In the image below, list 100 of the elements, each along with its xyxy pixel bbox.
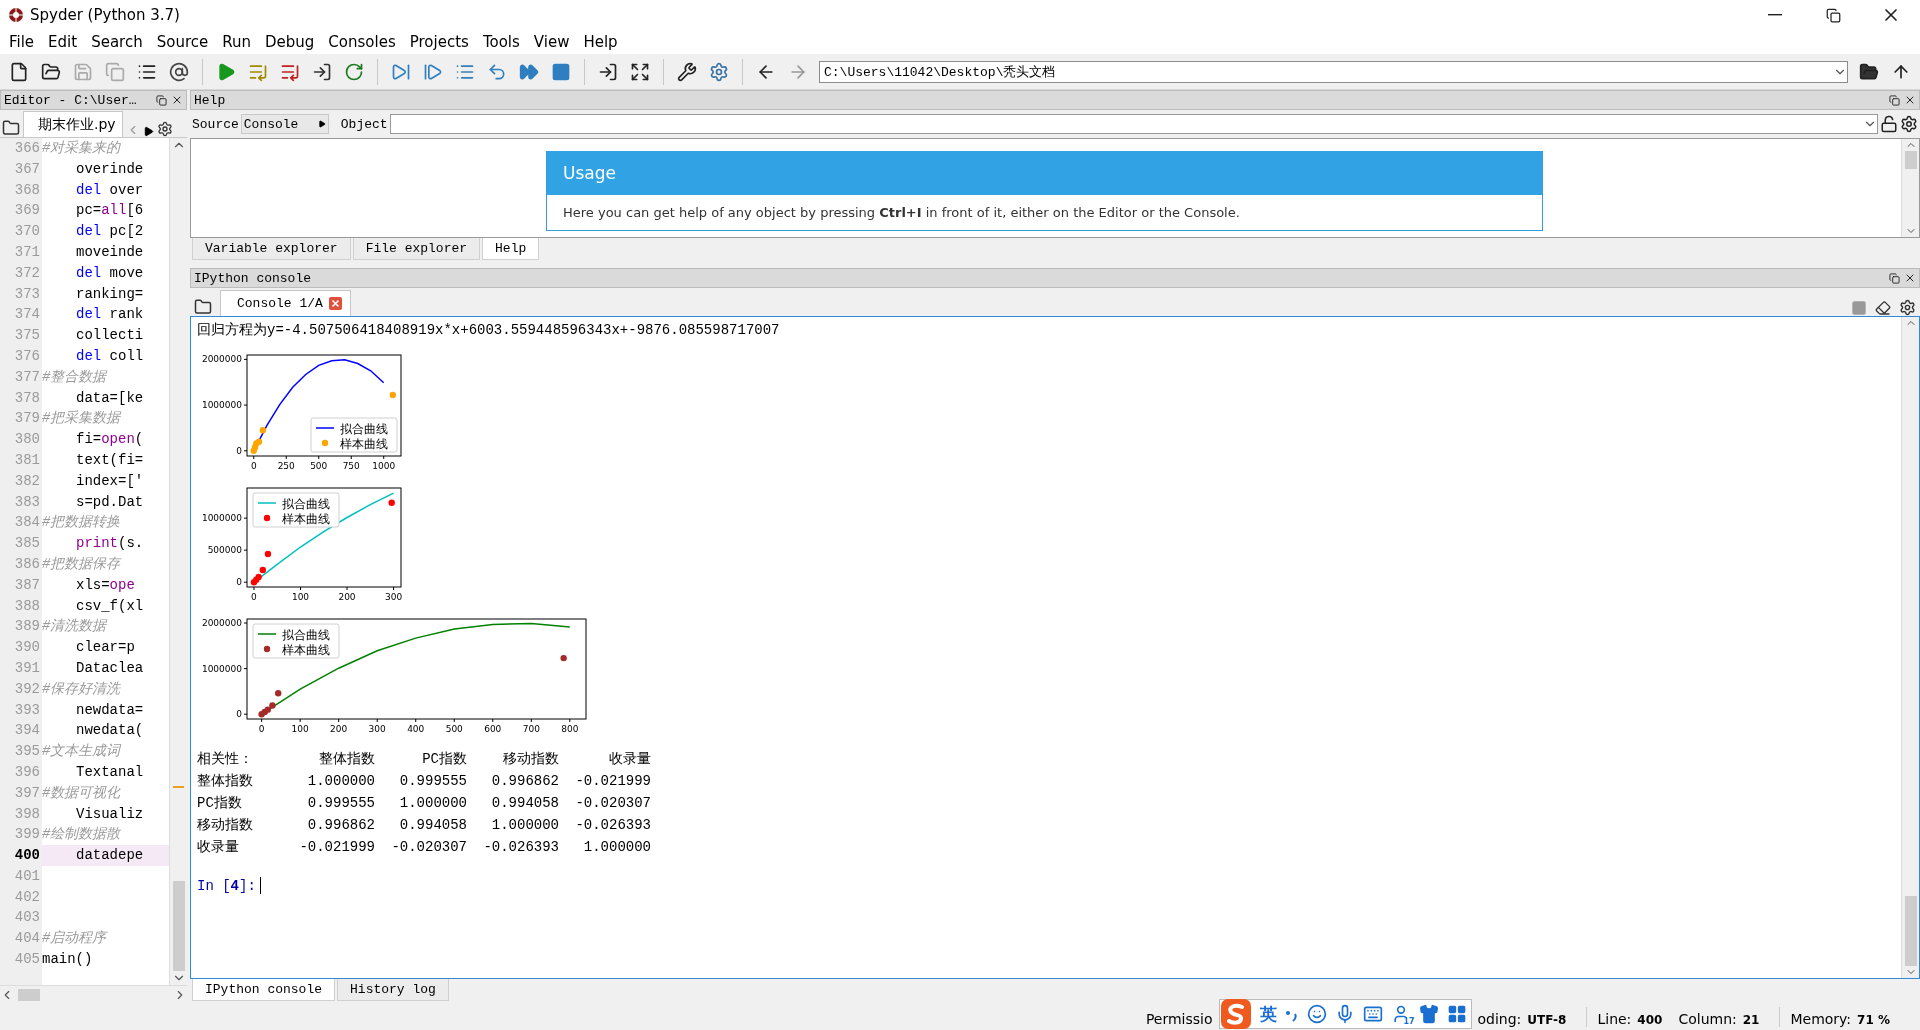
table-cell-text: 0.999555 bbox=[398, 772, 467, 791]
line-number: 402 bbox=[13, 887, 41, 907]
line-number: 377 bbox=[13, 367, 41, 387]
code-line: #把数据转换 bbox=[42, 513, 121, 533]
table-cell-text: -0.020307 bbox=[390, 838, 467, 857]
line-number: 398 bbox=[13, 804, 41, 824]
table-header: 相关性： bbox=[197, 750, 254, 769]
code-line: Visualiz bbox=[76, 804, 144, 824]
code-line: nwedata( bbox=[76, 721, 144, 741]
line-number: 394 bbox=[13, 721, 41, 741]
line-number: 380 bbox=[13, 430, 41, 450]
tick-label: 200 bbox=[338, 592, 356, 602]
line-number: 382 bbox=[13, 471, 41, 491]
line-number: 384 bbox=[13, 513, 41, 533]
pane-tab[interactable]: History log bbox=[337, 979, 449, 1001]
status-text: Permissio bbox=[1145, 1011, 1213, 1027]
code-line: text(fi= bbox=[76, 450, 144, 470]
status-text: Column: bbox=[1678, 1011, 1737, 1027]
table-cell-text: 收录量 bbox=[197, 838, 240, 857]
menu-item[interactable]: Source bbox=[149, 30, 216, 54]
code-line: overinde bbox=[76, 159, 144, 179]
console-tab[interactable]: Console 1/A bbox=[220, 290, 351, 316]
menu-item[interactable]: Projects bbox=[402, 30, 476, 54]
tick-label: 750 bbox=[342, 461, 360, 471]
table-cell-text: 1.000000 bbox=[306, 772, 375, 791]
menu-item[interactable]: Search bbox=[84, 30, 150, 54]
code-line: fi=open( bbox=[76, 430, 144, 450]
line-number: 375 bbox=[13, 326, 41, 346]
table-cell-text: 0.999555 bbox=[306, 794, 375, 813]
table-cell-text: 整体指数 bbox=[197, 772, 254, 791]
source-dropdown[interactable]: Console bbox=[240, 114, 329, 134]
menu-item[interactable]: Tools bbox=[475, 30, 527, 54]
code-line: Dataclea bbox=[76, 658, 144, 678]
pane-tab[interactable]: IPython console bbox=[192, 979, 336, 1001]
line-number: 374 bbox=[13, 305, 41, 325]
code-line: data=[ke bbox=[76, 388, 144, 408]
table-cell-text: -0.021999 bbox=[298, 838, 375, 857]
line-number: 371 bbox=[13, 243, 41, 262]
code-line: s=pd.Dat bbox=[76, 492, 144, 512]
line-number: 400 bbox=[13, 846, 41, 866]
path-field[interactable]: C:\Users\11042\Desktop\秃头文档 bbox=[819, 60, 1848, 83]
line-number: 373 bbox=[13, 284, 41, 304]
menu-item[interactable]: Help bbox=[576, 30, 625, 54]
table-cell-text: 0.996862 bbox=[306, 816, 375, 835]
line-number: 386 bbox=[13, 554, 41, 574]
code-line: #把数据保存 bbox=[42, 554, 121, 574]
tick-label: 100 bbox=[291, 724, 309, 734]
line-number: 376 bbox=[13, 346, 41, 366]
menu-item[interactable]: View bbox=[526, 30, 577, 54]
line-number: 381 bbox=[13, 450, 41, 470]
usage-text: Here you can get help of any object by pressing Ctrl+I in front of it, either on the Editor or the Console. bbox=[562, 204, 1241, 222]
line-number: 366 bbox=[13, 139, 41, 158]
usage-title: Usage bbox=[547, 151, 1542, 195]
pane-tab[interactable]: Help bbox=[482, 238, 540, 260]
table-header: 整体指数 bbox=[318, 750, 375, 769]
line-number: 405 bbox=[13, 950, 41, 970]
menu-item[interactable]: Debug bbox=[258, 30, 322, 54]
menu-item[interactable]: File bbox=[2, 30, 42, 54]
pane-tab[interactable]: File explorer bbox=[352, 238, 481, 260]
file-tab[interactable]: 期末作业.py bbox=[23, 111, 123, 137]
code-line: xls=ope bbox=[76, 575, 135, 595]
menu-item[interactable]: Run bbox=[215, 30, 258, 54]
line-number: 401 bbox=[13, 866, 41, 886]
pane-tab[interactable]: Variable explorer bbox=[192, 238, 351, 260]
code-line: del coll bbox=[76, 346, 144, 366]
code-line: main() bbox=[42, 950, 93, 970]
code-line: #清洗数据 bbox=[42, 617, 107, 637]
tick-label: 1000000 bbox=[201, 513, 242, 524]
table-header: 移动指数 bbox=[502, 750, 559, 769]
tick-label: 2000000 bbox=[201, 354, 242, 365]
table-cell-text: 0.994058 bbox=[398, 816, 467, 835]
line-number: 399 bbox=[13, 825, 41, 845]
legend-label: 拟合曲线 bbox=[340, 421, 388, 436]
line-number: 392 bbox=[13, 679, 41, 699]
code-line: clear=p bbox=[76, 638, 135, 658]
code-line: datadepe bbox=[76, 846, 144, 866]
code-line: del move bbox=[76, 263, 144, 283]
table-cell-text: -0.026393 bbox=[482, 838, 559, 857]
code-line: del over bbox=[76, 180, 144, 200]
table-cell-text: 1.000000 bbox=[490, 816, 559, 835]
menu-item[interactable]: Edit bbox=[41, 30, 85, 54]
tick-label: 1000 bbox=[372, 461, 396, 471]
code-line: collecti bbox=[76, 326, 144, 346]
line-number: 403 bbox=[13, 908, 41, 928]
line-number: 383 bbox=[13, 492, 41, 512]
table-header: PC指数 bbox=[421, 750, 467, 769]
tick-label: 800 bbox=[561, 724, 579, 734]
line-number: 387 bbox=[13, 575, 41, 595]
code-line: newdata= bbox=[76, 700, 144, 720]
code-line: index=[' bbox=[76, 471, 144, 491]
code-line: csv_f(xl bbox=[76, 596, 144, 616]
ime-language[interactable]: 英 bbox=[1259, 1002, 1277, 1026]
line-number: 388 bbox=[13, 596, 41, 616]
menu-item[interactable]: Consoles bbox=[321, 30, 403, 54]
tick-label: 0 bbox=[250, 461, 257, 471]
code-line: #把采集数据 bbox=[42, 409, 121, 429]
ime-badge: 17 bbox=[1403, 1017, 1415, 1026]
tick-label: 300 bbox=[368, 724, 386, 734]
table-cell-text: -0.021999 bbox=[574, 772, 651, 791]
code-line: del pc[2 bbox=[76, 222, 144, 242]
